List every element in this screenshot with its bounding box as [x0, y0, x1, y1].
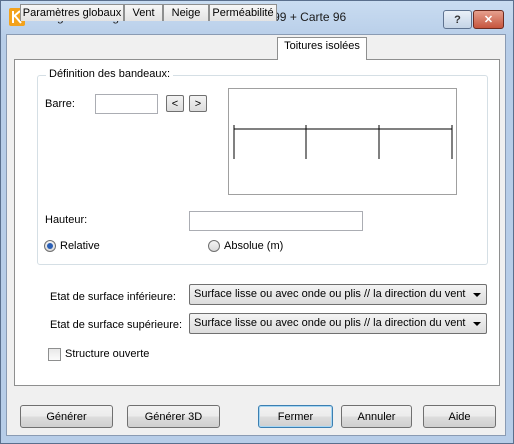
barre-input[interactable]	[95, 94, 158, 114]
tab-permeabilite[interactable]: Perméabilité	[209, 4, 277, 21]
relative-radio-dot	[47, 243, 53, 249]
generer-3d-button[interactable]: Générer 3D	[127, 405, 220, 428]
surface-inferieure-label: Etat de surface inférieure:	[50, 291, 176, 303]
chevron-down-icon	[473, 293, 481, 297]
tab-parametres-globaux[interactable]: Paramètres globaux	[20, 4, 124, 21]
surface-inferieure-value: Surface lisse ou avec onde ou plis // la…	[194, 288, 466, 300]
tab-vent[interactable]: Vent	[124, 4, 163, 21]
relative-radio[interactable]	[44, 240, 56, 252]
bandeaux-preview-drawing	[233, 125, 453, 159]
next-barre-button[interactable]: >	[189, 95, 207, 112]
previous-barre-button[interactable]: <	[166, 95, 184, 112]
fermer-button[interactable]: Fermer	[258, 405, 333, 428]
close-button[interactable]: ✕	[473, 10, 504, 29]
generer-button[interactable]: Générer	[20, 405, 113, 428]
tab-toitures-isolees[interactable]: Toitures isolées	[277, 37, 367, 60]
surface-superieure-value: Surface lisse ou avec onde ou plis // la…	[194, 317, 466, 329]
barre-label: Barre:	[45, 98, 75, 110]
surface-inferieure-select[interactable]: Surface lisse ou avec onde ou plis // la…	[189, 284, 487, 305]
absolue-label[interactable]: Absolue (m)	[224, 240, 283, 252]
hauteur-label: Hauteur:	[45, 214, 88, 226]
chevron-down-icon	[473, 322, 481, 326]
structure-ouverte-checkbox[interactable]	[48, 348, 61, 361]
structure-ouverte-label[interactable]: Structure ouverte	[65, 348, 149, 360]
tab-neige[interactable]: Neige	[163, 4, 209, 21]
annuler-button[interactable]: Annuler	[341, 405, 412, 428]
surface-superieure-label: Etat de surface supérieure:	[50, 319, 183, 331]
bandeaux-group-title: Définition des bandeaux:	[46, 68, 174, 80]
bandeaux-preview	[228, 88, 457, 195]
hauteur-input[interactable]	[189, 211, 363, 231]
help-button[interactable]: ?	[443, 10, 472, 29]
surface-superieure-select[interactable]: Surface lisse ou avec onde ou plis // la…	[189, 313, 487, 334]
aide-button[interactable]: Aide	[423, 405, 496, 428]
absolue-radio[interactable]	[208, 240, 220, 252]
relative-label[interactable]: Relative	[60, 240, 100, 252]
